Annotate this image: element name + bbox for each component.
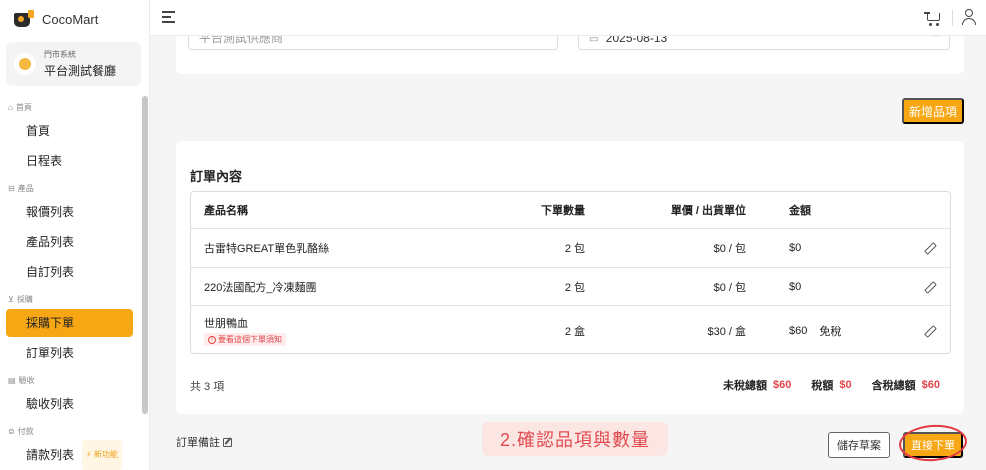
row-product-name: 220法國配方_冷凍麵團 — [204, 281, 317, 294]
box-icon: ⊟ — [8, 184, 15, 193]
save-draft-button[interactable]: 儲存草案 — [828, 432, 890, 458]
row-quantity: 2 盒 — [564, 325, 585, 338]
sidebar-item-quotes[interactable]: 報價列表 — [6, 198, 133, 226]
header-product-name: 產品名稱 — [204, 205, 248, 217]
order-totals: 未稅總額 $60 稅額 $0 含稅總額 $60 — [703, 377, 940, 393]
menu-collapse-icon[interactable] — [162, 10, 176, 24]
edit-remark-icon — [223, 437, 232, 447]
sidebar-scrollbar[interactable] — [142, 96, 148, 414]
add-item-button[interactable]: 新增品項 — [902, 98, 964, 124]
store-switcher[interactable]: 門市系統 平台測試餐廳 — [6, 42, 141, 86]
tax-value: $0 — [839, 379, 852, 391]
nav-group-label: 驗收 — [18, 376, 35, 385]
header-quantity: 下單數量 — [541, 205, 585, 217]
row-unit-price: $30 / 盒 — [707, 325, 746, 338]
row-amount-cell: $60 免稅 — [789, 306, 842, 353]
item-count: 共 3 項 — [190, 381, 225, 393]
sidebar-item-custom-list[interactable]: 自訂列表 — [6, 258, 133, 286]
cart-icon: ⊻ — [8, 295, 14, 304]
order-remark-label: 訂單備註 — [176, 437, 220, 449]
sidebar-item-label: 請款列表 — [26, 448, 75, 462]
store-name: 平台測試餐廳 — [44, 64, 117, 78]
sidebar-nav: ⌂ 首頁 首頁 日程表 ⊟ 產品 報價列表 產品列表 自訂列表 ⊻ 採購 採購下… — [0, 96, 149, 470]
header-unit-price: 單價 / 出貨單位 — [670, 205, 746, 217]
supplier-field[interactable]: 平台測試供應商 — [188, 36, 558, 50]
brand[interactable]: CocoMart — [0, 0, 149, 38]
table-row: 220法國配方_冷凍麵團 2 包 $0 / 包 $0 — [191, 268, 950, 306]
calendar-icon: ▭ — [589, 36, 599, 45]
pencil-icon — [924, 326, 934, 336]
pencil-icon — [924, 282, 934, 292]
row-product-name: 古雷特GREAT單色乳酪絲 — [204, 243, 330, 255]
nav-group-products: ⊟ 產品 — [0, 177, 133, 198]
total-value: $60 — [921, 379, 940, 391]
nav-group-label: 首頁 — [15, 103, 32, 112]
topbar — [150, 0, 986, 36]
sidebar-item-home[interactable]: 首頁 — [6, 117, 133, 145]
table-row: 世朋鴨血 ! 要看這個下單須知 2 盒 $30 / 盒 $60 免稅 — [191, 306, 950, 353]
nav-group-label: 採購 — [16, 295, 33, 304]
supplier-value: 平台測試供應商 — [199, 36, 284, 45]
row-product-name: 世朋鴨血 — [204, 318, 248, 330]
table-row: 古雷特GREAT單色乳酪絲 2 包 $0 / 包 $0 — [191, 229, 950, 268]
row-quantity: 2 包 — [564, 243, 585, 255]
cocomart-logo-icon — [14, 10, 34, 28]
new-feature-badge: ⚡ 新功能 — [82, 440, 122, 470]
order-notice-tag[interactable]: ! 要看這個下單須知 — [204, 333, 286, 346]
row-quantity: 2 包 — [564, 281, 585, 294]
submit-order-button[interactable]: 直接下單 — [903, 432, 963, 458]
brand-name: CocoMart — [42, 11, 99, 27]
nav-group-label: 產品 — [17, 184, 34, 193]
tax-free-label: 免稅 — [819, 325, 842, 338]
row-edit-button[interactable] — [924, 268, 934, 305]
header-amount: 金額 — [789, 205, 811, 217]
sidebar-item-billing-list[interactable]: 請款列表 ⚡ 新功能 — [6, 440, 133, 470]
sidebar: CocoMart 門市系統 平台測試餐廳 ⌂ 首頁 首頁 日程表 ⊟ 產品 報價… — [0, 0, 150, 470]
date-value: 2025-08-13 — [605, 36, 668, 45]
order-items-table: 產品名稱 下單數量 單價 / 出貨單位 金額 古雷特GREAT單色乳酪絲 2 包… — [190, 191, 951, 354]
delivery-date-field[interactable]: ▭ 2025-08-13 × — [578, 36, 950, 50]
order-content-card: 訂單內容 產品名稱 下單數量 單價 / 出貨單位 金額 古雷特GREAT單色乳酪… — [176, 141, 964, 414]
nav-group-payment: ⊜ 付款 — [0, 420, 133, 441]
row-edit-button[interactable] — [924, 306, 934, 353]
row-amount: $0 — [789, 280, 802, 293]
sidebar-item-purchase-order[interactable]: 採購下單 — [6, 309, 133, 337]
clipboard-icon: ▤ — [8, 376, 16, 385]
row-unit-price: $0 / 包 — [713, 243, 746, 255]
nav-group-purchase: ⊻ 採購 — [0, 288, 133, 309]
pre-tax-label: 未稅總額 — [723, 380, 768, 392]
nav-group-label: 付款 — [17, 427, 34, 436]
table-header: 產品名稱 下單數量 單價 / 出貨單位 金額 — [191, 192, 950, 229]
topbar-divider — [952, 10, 953, 26]
order-info-card: 平台測試供應商 ▭ 2025-08-13 × — [176, 36, 964, 74]
clear-date-icon[interactable]: × — [933, 36, 939, 41]
tax-label: 稅額 — [811, 380, 834, 392]
tutorial-annotation: 2.確認品項與數量 — [482, 422, 668, 456]
row-product-cell: 世朋鴨血 ! 要看這個下單須知 — [204, 306, 286, 353]
store-system-label: 門市系統 — [44, 50, 76, 59]
order-notice-text: 要看這個下單須知 — [218, 335, 282, 344]
coin-icon: ⊜ — [8, 427, 15, 436]
order-remark[interactable]: 訂單備註 — [176, 434, 232, 450]
store-avatar — [14, 53, 36, 75]
pencil-icon — [924, 243, 934, 253]
row-unit-price: $0 / 包 — [713, 281, 746, 294]
sidebar-item-receiving-list[interactable]: 驗收列表 — [6, 390, 133, 418]
sidebar-item-order-list[interactable]: 訂單列表 — [6, 339, 133, 367]
pre-tax-value: $60 — [773, 379, 792, 391]
user-icon[interactable] — [962, 8, 976, 26]
sidebar-item-product-list[interactable]: 產品列表 — [6, 228, 133, 256]
row-amount: $60 — [789, 324, 808, 337]
row-edit-button[interactable] — [924, 229, 934, 267]
nav-group-home: ⌂ 首頁 — [0, 96, 133, 117]
shopping-cart-icon[interactable] — [924, 9, 942, 27]
sidebar-item-schedule[interactable]: 日程表 — [6, 147, 133, 175]
row-amount: $0 — [789, 242, 802, 254]
home-icon: ⌂ — [8, 103, 13, 112]
order-content-title: 訂單內容 — [190, 169, 243, 184]
warning-icon: ! — [208, 335, 216, 344]
total-label: 含稅總額 — [871, 380, 916, 392]
nav-group-receiving: ▤ 驗收 — [0, 369, 133, 390]
